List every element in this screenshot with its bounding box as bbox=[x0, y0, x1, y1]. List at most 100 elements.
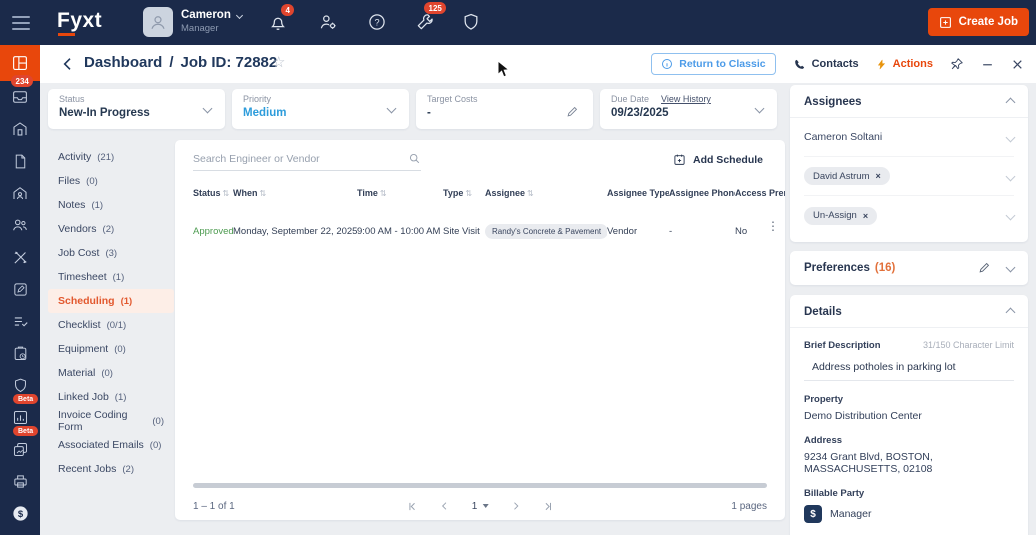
brief-description-input[interactable] bbox=[804, 355, 1014, 381]
billable-party-value: Manager bbox=[830, 508, 872, 520]
horizontal-scrollbar[interactable] bbox=[193, 483, 767, 488]
create-job-button[interactable]: Create Job bbox=[927, 8, 1029, 36]
notifications-badge: 4 bbox=[281, 4, 295, 16]
back-icon[interactable] bbox=[60, 56, 76, 72]
minimize-icon[interactable] bbox=[981, 58, 994, 71]
nav-item-vendors[interactable]: Vendors (2) bbox=[48, 217, 174, 241]
nav-item-recent-jobs[interactable]: Recent Jobs (2) bbox=[48, 457, 174, 481]
remove-icon[interactable]: × bbox=[863, 211, 868, 221]
property-label: Property bbox=[804, 394, 844, 405]
nav-item-material[interactable]: Material (0) bbox=[48, 361, 174, 385]
edit-pencil-icon[interactable] bbox=[978, 261, 991, 274]
close-icon[interactable] bbox=[1011, 58, 1024, 71]
work-orders-wrench-icon[interactable] bbox=[415, 12, 435, 32]
top-navigation-bar: Fyxt Cameron Manager 4 ? 125 Create Job bbox=[0, 0, 1036, 45]
rail-item-property[interactable] bbox=[0, 113, 40, 145]
table-header: Status ⇅ When ⇅ Time ⇅ Type ⇅ Assignee ⇅ Assi… bbox=[193, 188, 785, 198]
col-assignee-type[interactable]: Assignee Type⇅ bbox=[607, 188, 669, 198]
assignees-header[interactable]: Assignees bbox=[790, 85, 1028, 118]
last-page-icon[interactable] bbox=[542, 501, 553, 512]
nav-item-invoice-coding-form[interactable]: Invoice Coding Form (0) bbox=[48, 409, 174, 433]
search-input[interactable] bbox=[193, 152, 408, 165]
target-costs-value: - bbox=[427, 107, 431, 119]
col-assignee[interactable]: Assignee ⇅ bbox=[485, 188, 607, 198]
nav-item-job-cost[interactable]: Job Cost (3) bbox=[48, 241, 174, 265]
people-icon bbox=[13, 219, 27, 231]
pin-icon[interactable] bbox=[950, 57, 964, 71]
assignee-manager-select[interactable]: Cameron Soltani bbox=[804, 118, 1016, 157]
return-to-classic-button[interactable]: Return to Classic bbox=[651, 53, 776, 75]
pagination-bar: 1 – 1 of 1 1 1 pages bbox=[193, 493, 767, 519]
nav-item-activity[interactable]: Activity (21) bbox=[48, 145, 174, 169]
user-menu[interactable]: Cameron Manager bbox=[181, 9, 243, 34]
avatar[interactable] bbox=[143, 7, 173, 37]
rail-item-people[interactable] bbox=[0, 209, 40, 241]
nav-item-timesheet[interactable]: Timesheet (1) bbox=[48, 265, 174, 289]
col-assignee-phone[interactable]: Assignee Phone⇅ bbox=[669, 188, 735, 198]
nav-item-equipment[interactable]: Equipment (0) bbox=[48, 337, 174, 361]
contacts-button[interactable]: Contacts bbox=[793, 58, 859, 71]
table-row[interactable]: Approved Monday, September 22, 2025 9:00… bbox=[193, 216, 785, 246]
shield-outline-icon bbox=[14, 378, 26, 392]
rail-item-documents[interactable] bbox=[0, 145, 40, 177]
nav-item-checklist[interactable]: Checklist (0/1) bbox=[48, 313, 174, 337]
col-status[interactable]: Status ⇅ bbox=[193, 188, 233, 198]
svg-text:?: ? bbox=[374, 17, 379, 27]
search-icon[interactable] bbox=[408, 152, 421, 165]
actions-button[interactable]: Actions bbox=[876, 58, 933, 71]
details-header[interactable]: Details bbox=[790, 295, 1028, 328]
shield-icon[interactable] bbox=[461, 12, 481, 32]
status-card[interactable]: Status New-In Progress bbox=[48, 89, 225, 129]
assignee-chip[interactable]: Randy's Concrete & Pavement bbox=[485, 223, 607, 239]
col-time[interactable]: Time ⇅ bbox=[357, 188, 443, 198]
first-page-icon[interactable] bbox=[407, 501, 418, 512]
rail-item-schedule-board[interactable] bbox=[0, 337, 40, 369]
priority-card[interactable]: Priority Medium bbox=[232, 89, 409, 129]
col-type[interactable]: Type ⇅ bbox=[443, 188, 485, 198]
caret-down-icon bbox=[482, 504, 489, 508]
assignee-select[interactable]: Un-Assign × bbox=[804, 196, 1016, 235]
remove-icon[interactable]: × bbox=[876, 171, 881, 181]
user-name: Cameron bbox=[181, 9, 231, 21]
col-access-premises[interactable]: Access Premises bbox=[735, 188, 785, 198]
menu-icon[interactable] bbox=[12, 16, 30, 34]
page-select[interactable]: 1 bbox=[472, 501, 489, 512]
view-history-link[interactable]: View History bbox=[661, 94, 711, 104]
rail-item-home-services[interactable] bbox=[0, 177, 40, 209]
nav-item-notes[interactable]: Notes (1) bbox=[48, 193, 174, 217]
help-icon[interactable]: ? bbox=[367, 12, 387, 32]
add-schedule-button[interactable]: Add Schedule bbox=[673, 153, 763, 166]
favorite-star-icon[interactable]: ☆ bbox=[272, 53, 285, 71]
rail-item-tools[interactable] bbox=[0, 241, 40, 273]
assignee-chip[interactable]: David Astrum × bbox=[804, 167, 890, 185]
rail-item-checklist[interactable] bbox=[0, 305, 40, 337]
row-menu-icon[interactable]: ⋮ bbox=[767, 220, 779, 232]
assignee-select[interactable]: David Astrum × bbox=[804, 157, 1016, 196]
dollar-badge-icon: $ bbox=[804, 505, 822, 523]
due-date-card[interactable]: Due Date View History 09/23/2025 bbox=[600, 89, 777, 129]
nav-item-linked-job[interactable]: Linked Job (1) bbox=[48, 385, 174, 409]
page-header: Dashboard / Job ID: 72882 ☆ Return to Cl… bbox=[40, 45, 1036, 83]
prev-page-icon[interactable] bbox=[440, 501, 450, 511]
phone-icon bbox=[794, 59, 804, 69]
app-logo[interactable]: Fyxt bbox=[57, 9, 102, 33]
rail-item-equipment-hub[interactable] bbox=[0, 465, 40, 497]
rail-item-work-orders[interactable] bbox=[0, 273, 40, 305]
clipboard-clock-icon bbox=[14, 346, 26, 360]
user-settings-icon[interactable] bbox=[318, 12, 338, 32]
target-costs-card[interactable]: Target Costs - bbox=[416, 89, 593, 129]
pages-icon bbox=[13, 442, 27, 456]
edit-pencil-icon[interactable] bbox=[566, 105, 579, 118]
nav-item-associated-emails[interactable]: Associated Emails (0) bbox=[48, 433, 174, 457]
nav-item-files[interactable]: Files (0) bbox=[48, 169, 174, 193]
rail-item-projects[interactable] bbox=[0, 433, 40, 465]
nav-item-scheduling[interactable]: Scheduling (1) bbox=[48, 289, 174, 313]
next-page-icon[interactable] bbox=[510, 501, 520, 511]
bar-chart-icon bbox=[13, 410, 27, 424]
assignee-chip[interactable]: Un-Assign × bbox=[804, 206, 878, 225]
breadcrumb-dashboard[interactable]: Dashboard bbox=[84, 54, 162, 71]
rail-item-payments[interactable]: $ bbox=[0, 497, 40, 529]
preferences-header[interactable]: Preferences (16) bbox=[790, 251, 1028, 283]
lightning-icon bbox=[877, 58, 885, 70]
col-when[interactable]: When ⇅ bbox=[233, 188, 357, 198]
